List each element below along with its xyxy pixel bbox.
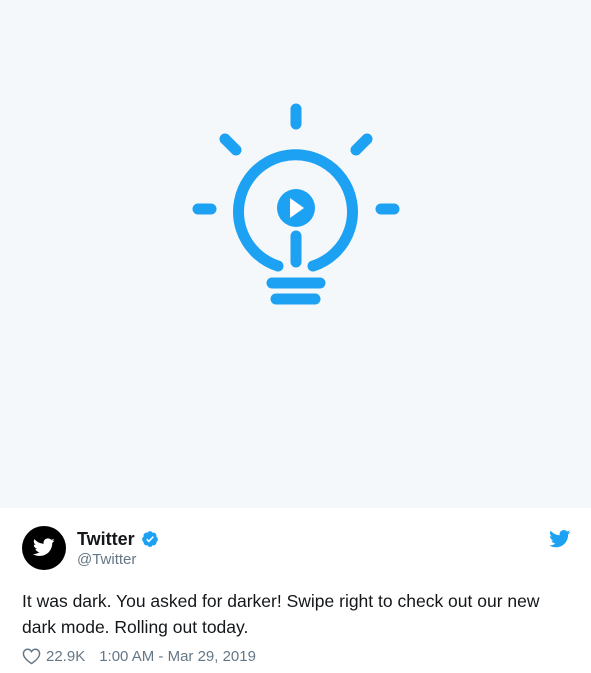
tweet-text: It was dark. You asked for darker! Swipe… <box>22 591 540 637</box>
play-button[interactable] <box>277 189 315 227</box>
heart-icon <box>22 648 41 665</box>
lightbulb-icon <box>192 103 400 305</box>
twitter-bird-icon <box>33 538 55 556</box>
ray-upper-right <box>350 133 373 156</box>
like-button[interactable]: 22.9K <box>22 647 85 665</box>
tweet-author: Twitter @Twitter <box>22 526 572 572</box>
like-count: 22.9K <box>46 647 86 665</box>
tweet-media-video[interactable] <box>0 0 591 508</box>
verified-badge-icon <box>141 531 158 547</box>
avatar[interactable] <box>22 526 66 570</box>
display-name[interactable]: Twitter <box>77 528 135 550</box>
timestamp[interactable]: 1:00 AM - Mar 29, 2019 <box>99 648 256 665</box>
twitter-logo-icon[interactable] <box>549 530 571 548</box>
tweet-meta: 22.9K 1:00 AM - Mar 29, 2019 <box>22 646 256 666</box>
name-row: Twitter <box>77 528 159 550</box>
tweet-card: Twitter @Twitter It was dark. You asked … <box>0 0 591 673</box>
user-handle[interactable]: @Twitter <box>77 551 136 569</box>
ray-upper-left <box>219 133 242 156</box>
